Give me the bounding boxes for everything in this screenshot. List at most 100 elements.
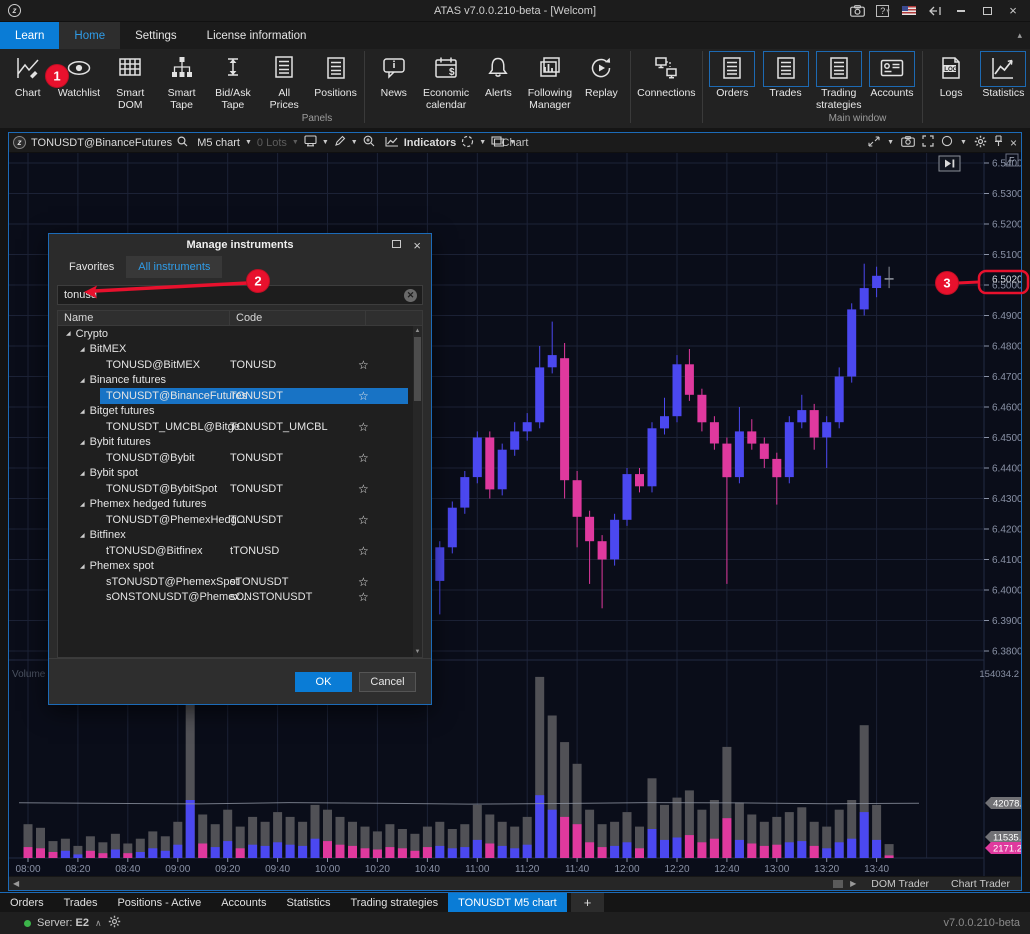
toolbar-button-positions[interactable]: Positions xyxy=(310,49,361,111)
toolbar-button-chart[interactable]: Chart xyxy=(2,49,53,111)
tab-home[interactable]: Home xyxy=(59,22,120,49)
close-button[interactable]: × xyxy=(1002,3,1024,19)
tab-settings[interactable]: Settings xyxy=(120,22,192,49)
expander-icon[interactable]: ◢ xyxy=(66,330,71,337)
toolbar-button-economic-calendar[interactable]: $ Economic calendar xyxy=(419,49,472,111)
add-tab-button[interactable]: + xyxy=(571,893,605,912)
maximize-button[interactable] xyxy=(976,3,998,19)
chevron-up-icon[interactable]: ∧ xyxy=(95,918,102,929)
ok-button[interactable]: OK xyxy=(295,672,352,692)
toolbar-button-connections[interactable]: Connections xyxy=(634,49,699,111)
expander-icon[interactable]: ◢ xyxy=(80,439,85,446)
timeframe-selector[interactable]: M5 chart xyxy=(197,137,240,149)
indicators-label[interactable]: Indicators xyxy=(404,137,457,149)
instrument-search-input[interactable] xyxy=(58,289,404,301)
expander-icon[interactable]: ◢ xyxy=(80,377,85,384)
bottom-tab-trading-strategies[interactable]: Trading strategies xyxy=(340,893,448,912)
expander-icon[interactable]: ◢ xyxy=(80,563,85,570)
close-icon[interactable]: × xyxy=(1010,136,1017,150)
tab-favorites[interactable]: Favorites xyxy=(57,256,126,278)
tree-group-row[interactable]: ◢ Bybit spot xyxy=(58,466,422,482)
instrument-row[interactable]: TONUSDT@BybitSpot TONUSDT ☆ xyxy=(58,481,422,497)
toolbar-button-smart-dom[interactable]: Smart DOM xyxy=(105,49,156,111)
expander-icon[interactable]: ◢ xyxy=(80,532,85,539)
tree-group-row[interactable]: ◢ Bitget futures xyxy=(58,404,422,420)
toolbar-button-statistics[interactable]: Statistics xyxy=(977,49,1030,111)
camera-icon[interactable] xyxy=(901,136,915,150)
tree-group-row[interactable]: ◢ Bitfinex xyxy=(58,528,422,544)
bottom-tab-accounts[interactable]: Accounts xyxy=(211,893,276,912)
toolbar-button-news[interactable]: News xyxy=(368,49,419,111)
toolbar-button-orders[interactable]: Orders xyxy=(706,49,759,111)
tab-learn[interactable]: Learn xyxy=(0,22,59,49)
search-icon[interactable] xyxy=(177,136,188,150)
favorite-star-icon[interactable]: ☆ xyxy=(358,451,369,465)
toolbar-button-bid-ask-tape[interactable]: Bid/Ask Tape xyxy=(207,49,258,111)
bottom-tab-statistics[interactable]: Statistics xyxy=(276,893,340,912)
gear-icon[interactable] xyxy=(108,915,121,931)
tree-group-row[interactable]: ◢ Phemex spot xyxy=(58,559,422,575)
server-value[interactable]: E2 xyxy=(76,917,89,929)
instrument-row[interactable]: TONUSD@BitMEX TONUSD ☆ xyxy=(58,357,422,373)
column-header-name[interactable]: Name xyxy=(58,311,230,325)
minimize-button[interactable] xyxy=(950,3,972,19)
tree-group-row[interactable]: ◢ BitMEX xyxy=(58,342,422,358)
toolbar-button-all-prices[interactable]: All Prices xyxy=(259,49,310,111)
scrollbar-thumb[interactable] xyxy=(833,880,843,888)
tree-group-row[interactable]: ◢ Phemex hedged futures xyxy=(58,497,422,513)
favorite-star-icon[interactable]: ☆ xyxy=(358,358,369,372)
bottom-tab-trades[interactable]: Trades xyxy=(54,893,108,912)
favorite-star-icon[interactable]: ☆ xyxy=(358,590,369,604)
expander-icon[interactable]: ◢ xyxy=(80,346,85,353)
chart-horizontal-scrollbar[interactable]: ◀ ▶ DOM Trader Chart Trader xyxy=(9,876,1021,890)
instrument-row[interactable]: TONUSDT@PhemexHedg... TONUSDT ☆ xyxy=(58,512,422,528)
expander-icon[interactable]: ◢ xyxy=(80,470,85,477)
tab-all-instruments[interactable]: All instruments xyxy=(126,256,222,278)
resize-arrows-icon[interactable] xyxy=(868,136,880,150)
layout-icon[interactable] xyxy=(491,136,504,150)
favorite-star-icon[interactable]: ☆ xyxy=(358,513,369,527)
toolbar-button-logs[interactable]: LOG Logs xyxy=(925,49,976,111)
toolbar-button-accounts[interactable]: Accounts xyxy=(865,49,918,111)
toolbar-button-smart-tape[interactable]: Smart Tape xyxy=(156,49,207,111)
bottom-tab-orders[interactable]: Orders xyxy=(0,893,54,912)
favorite-star-icon[interactable]: ☆ xyxy=(358,389,369,403)
clear-search-icon[interactable]: ✕ xyxy=(404,289,417,302)
favorite-star-icon[interactable]: ☆ xyxy=(358,544,369,558)
instrument-row[interactable]: TONUSDT@Bybit TONUSDT ☆ xyxy=(58,450,422,466)
crosshair-icon[interactable] xyxy=(461,135,474,151)
instrument-selector[interactable]: TONUSDT@BinanceFutures xyxy=(31,137,172,149)
tab-license-information[interactable]: License information xyxy=(192,22,322,49)
tree-group-row[interactable]: ◢ Binance futures xyxy=(58,373,422,389)
pencil-icon[interactable] xyxy=(334,135,346,150)
dom-trader-button[interactable]: DOM Trader xyxy=(860,878,940,890)
instrument-row[interactable]: TONUSDT@BinanceFutures TONUSDT ☆ xyxy=(58,388,422,404)
ribbon-collapse-icon[interactable]: ▴ xyxy=(1017,30,1022,41)
circle-icon[interactable] xyxy=(941,135,953,150)
help-icon[interactable]: ?▾ xyxy=(872,3,894,19)
fullscreen-icon[interactable] xyxy=(922,135,934,150)
tree-group-row[interactable]: ◢ Crypto xyxy=(58,326,422,342)
scroll-down-icon[interactable]: ▼ xyxy=(415,647,421,657)
instrument-row[interactable]: sONSTONUSDT@Phemex... sONSTONUSDT ☆ xyxy=(58,590,422,606)
scroll-left-icon[interactable]: ◀ xyxy=(9,879,23,888)
instrument-row[interactable]: sTONUSDT@PhemexSpot sTONUSDT ☆ xyxy=(58,574,422,590)
toolbar-button-replay[interactable]: Replay xyxy=(576,49,627,111)
monitor-icon[interactable] xyxy=(304,135,317,150)
toolbar-button-alerts[interactable]: Alerts xyxy=(473,49,524,111)
bottom-tab-positions---active[interactable]: Positions - Active xyxy=(107,893,211,912)
cancel-button[interactable]: Cancel xyxy=(359,672,416,692)
favorite-star-icon[interactable]: ☆ xyxy=(358,482,369,496)
tree-group-row[interactable]: ◢ Bybit futures xyxy=(58,435,422,451)
favorite-star-icon[interactable]: ☆ xyxy=(358,575,369,589)
toolbar-button-following-manager[interactable]: Following Manager xyxy=(524,49,576,111)
screenshot-camera-icon[interactable] xyxy=(846,3,868,19)
zoom-in-icon[interactable] xyxy=(363,135,375,150)
instrument-row[interactable]: TONUSDT_UMCBL@Bitge... TONUSDT_UMCBL ☆ xyxy=(58,419,422,435)
scrollbar-track[interactable] xyxy=(23,877,833,890)
toolbar-button-trades[interactable]: Trades xyxy=(759,49,812,111)
scroll-right-icon[interactable]: ▶ xyxy=(846,879,860,888)
bottom-tab-tonusdt-m5-chart[interactable]: TONUSDT M5 chart xyxy=(448,893,567,912)
toolbar-button-trading-strategies[interactable]: Trading strategies xyxy=(812,49,865,111)
instrument-row[interactable]: tTONUSD@Bitfinex tTONUSD ☆ xyxy=(58,543,422,559)
